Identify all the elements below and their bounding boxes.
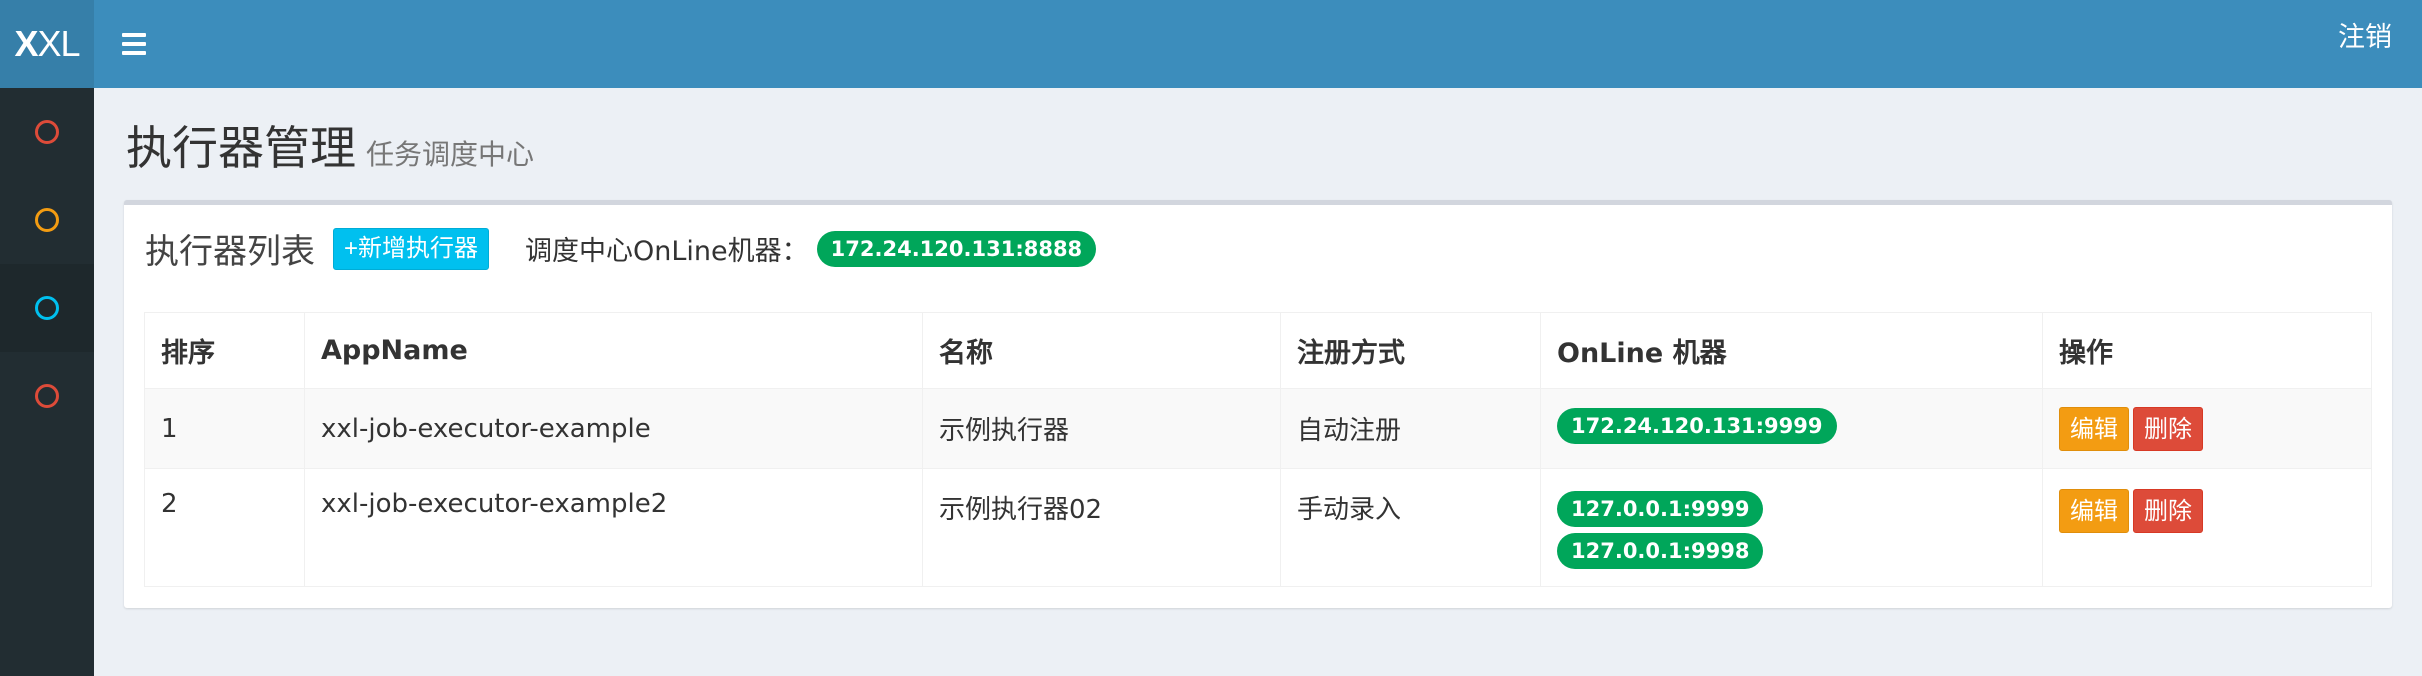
- table-header-row: 排序 AppName 名称 注册方式 OnLine 机器 操作: [144, 312, 2372, 389]
- delete-button[interactable]: 删除: [2133, 406, 2203, 451]
- cell-operations: 编辑 删除: [2042, 388, 2372, 469]
- top-navbar: 注销: [94, 0, 2422, 88]
- executor-list-box: 执行器列表 +新增执行器 调度中心OnLine机器： 172.24.120.13…: [124, 200, 2392, 608]
- logo-bold-text: X: [14, 23, 38, 64]
- cell-appname: xxl-job-executor-example2: [304, 468, 923, 587]
- cell-online-machines: 127.0.0.1:9999 127.0.0.1:9998: [1540, 468, 2043, 587]
- cell-register-type: 手动录入: [1280, 468, 1541, 587]
- box-title: 执行器列表: [145, 232, 315, 272]
- circle-outline-icon: [35, 120, 59, 144]
- circle-outline-icon: [35, 296, 59, 320]
- add-executor-button[interactable]: +新增执行器: [333, 227, 490, 270]
- cell-appname: xxl-job-executor-example: [304, 388, 923, 469]
- sidebar: [0, 88, 94, 676]
- content-header: 执行器管理 任务调度中心: [126, 112, 534, 178]
- logo-text: XL: [37, 23, 80, 64]
- sidebar-item-4[interactable]: [0, 352, 94, 440]
- column-header-appname: AppName: [304, 312, 923, 389]
- online-machine-label: 调度中心OnLine机器：: [525, 236, 809, 267]
- delete-button[interactable]: 删除: [2133, 489, 2203, 533]
- machine-badge: 172.24.120.131:9999: [1557, 407, 1837, 444]
- cell-order: 2: [144, 468, 305, 587]
- cell-online-machines: 172.24.120.131:9999: [1540, 388, 2043, 469]
- cell-order: 1: [144, 388, 305, 469]
- column-header-operations: 操作: [2042, 312, 2372, 389]
- edit-button[interactable]: 编辑: [2059, 406, 2129, 451]
- circle-outline-icon: [35, 208, 59, 232]
- app-logo[interactable]: X XL: [0, 0, 94, 88]
- column-header-name: 名称: [922, 312, 1281, 389]
- cell-register-type: 自动注册: [1280, 388, 1541, 469]
- table-row: 1 xxl-job-executor-example 示例执行器 自动注册 17…: [144, 388, 2372, 469]
- column-header-order: 排序: [144, 312, 305, 389]
- online-machine-badge: 172.24.120.131:8888: [816, 230, 1097, 267]
- machine-badge: 127.0.0.1:9998: [1557, 533, 1764, 569]
- machine-badge: 127.0.0.1:9999: [1557, 491, 1764, 527]
- cell-name: 示例执行器: [922, 388, 1281, 469]
- logout-link[interactable]: 注销: [2338, 0, 2392, 76]
- column-header-online-machines: OnLine 机器: [1540, 312, 2043, 389]
- box-header: 执行器列表 +新增执行器 调度中心OnLine机器： 172.24.120.13…: [145, 224, 1097, 273]
- table-row: 2 xxl-job-executor-example2 示例执行器02 手动录入…: [144, 468, 2372, 587]
- edit-button[interactable]: 编辑: [2059, 489, 2129, 533]
- sidebar-item-1[interactable]: [0, 88, 94, 176]
- cell-operations: 编辑 删除: [2042, 468, 2372, 587]
- page-subtitle: 任务调度中心: [366, 138, 535, 171]
- page-title: 执行器管理: [126, 121, 356, 175]
- cell-name: 示例执行器02: [922, 468, 1281, 587]
- circle-outline-icon: [35, 384, 59, 408]
- column-header-register-type: 注册方式: [1280, 312, 1541, 389]
- sidebar-item-3[interactable]: [0, 264, 94, 352]
- sidebar-item-2[interactable]: [0, 176, 94, 264]
- executor-table: 排序 AppName 名称 注册方式 OnLine 机器 操作 1 xxl-jo…: [144, 312, 2372, 587]
- sidebar-toggle-icon[interactable]: [122, 26, 150, 62]
